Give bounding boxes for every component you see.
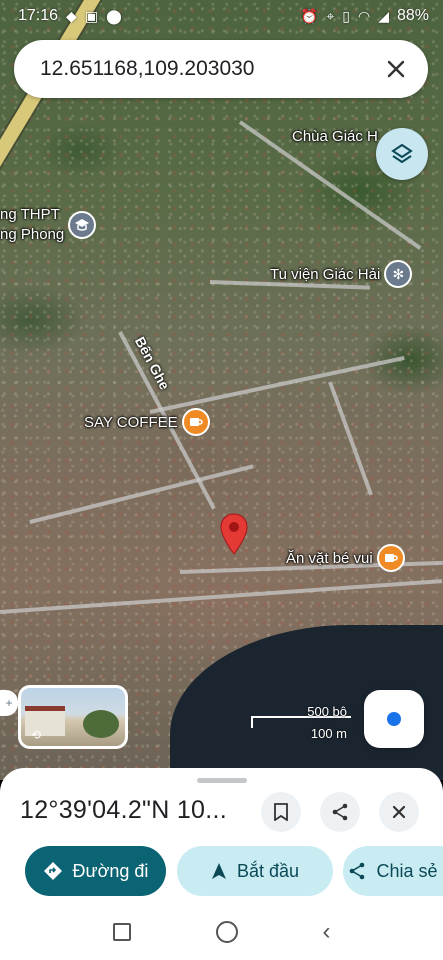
poi-label: SAY COFFEE <box>84 413 178 431</box>
search-bar[interactable]: 12.651168,109.203030 <box>14 40 428 98</box>
coffee-icon <box>376 544 405 572</box>
directions-label: Đường đi <box>72 860 149 881</box>
school-icon <box>68 211 97 239</box>
street-view-thumbnail[interactable]: ⟲ <box>18 685 128 749</box>
start-label: Bắt đầu <box>236 860 300 881</box>
dropped-pin-icon[interactable] <box>219 512 249 556</box>
poi-label: ng THPT <box>0 206 60 223</box>
status-time: 17:16 <box>18 7 59 24</box>
share-icon-button[interactable] <box>320 792 360 832</box>
drag-handle[interactable] <box>197 778 247 783</box>
image-icon: ▣ <box>84 7 99 24</box>
back-icon[interactable]: ‹ <box>323 920 331 944</box>
signal-diamond-icon: ◆ <box>66 7 77 24</box>
status-bar: 17:16 ◆ ▣ ⬤ ⏰ ⌖ ▯ ◠ ◢ 88% <box>0 0 443 32</box>
rotate-360-icon: ⟲ <box>31 728 42 742</box>
home-icon[interactable] <box>215 921 238 943</box>
battery-level: 88% <box>396 7 429 24</box>
poi-tu-vien-giac-hai[interactable]: Tu viện Giác Hải ✻ <box>270 260 413 288</box>
location-status-icon: ⌖ <box>326 7 335 24</box>
wifi-icon: ◠ <box>357 7 371 24</box>
share-icon <box>332 803 348 821</box>
poi-label: ng Phong <box>0 226 65 243</box>
layers-button[interactable] <box>376 128 428 180</box>
layers-icon <box>391 143 413 164</box>
map-view[interactable]: Chùa Giác H ng THPT ng Phong Tu viện Giá… <box>0 0 443 780</box>
temple-icon: ✻ <box>384 260 413 288</box>
system-nav-bar: ‹ <box>0 904 443 960</box>
my-location-button[interactable] <box>364 690 424 748</box>
recents-icon[interactable] <box>112 923 131 941</box>
poi-chua-giac-hai[interactable]: Chùa Giác H <box>292 128 378 145</box>
start-button[interactable]: Bắt đầu <box>177 846 333 896</box>
poi-label: Tu viện Giác Hải <box>270 265 381 283</box>
poi-an-vat-be-vui[interactable]: Ăn vặt bé vui <box>286 544 405 572</box>
poi-school[interactable]: ng THPT ng Phong <box>0 205 97 245</box>
scale-bar: 500 bộ 100 m <box>251 702 351 742</box>
poi-label: Ăn vặt bé vui <box>286 549 373 567</box>
street-view-tree <box>83 710 119 738</box>
coordinates-title: 12°39'04.2"N 10... <box>20 796 227 824</box>
close-icon <box>392 805 406 819</box>
cell-signal-icon: ◢ <box>378 7 389 24</box>
vpn-icon: ⬤ <box>106 7 122 24</box>
close-icon[interactable] <box>380 53 412 85</box>
navigation-arrow-icon <box>211 863 226 879</box>
scale-feet: 500 bộ <box>307 704 347 719</box>
vibrate-icon: ▯ <box>342 7 350 24</box>
location-dot-icon <box>387 712 401 726</box>
directions-button[interactable]: Đường đi <box>25 846 166 896</box>
alarm-icon: ⏰ <box>300 7 319 24</box>
close-sheet-button[interactable] <box>379 792 419 832</box>
search-input[interactable]: 12.651168,109.203030 <box>40 57 380 81</box>
share-button[interactable]: Chia sẻ <box>343 846 443 896</box>
scale-meters: 100 m <box>310 726 347 741</box>
bookmark-icon <box>274 803 288 821</box>
save-button[interactable] <box>261 792 301 832</box>
share-icon <box>350 862 365 880</box>
poi-say-coffee[interactable]: SAY COFFEE <box>84 408 210 436</box>
coffee-icon <box>181 408 210 436</box>
share-label: Chia sẻ <box>376 860 438 881</box>
poi-label: Chùa Giác H <box>292 128 378 145</box>
directions-icon <box>43 862 62 880</box>
